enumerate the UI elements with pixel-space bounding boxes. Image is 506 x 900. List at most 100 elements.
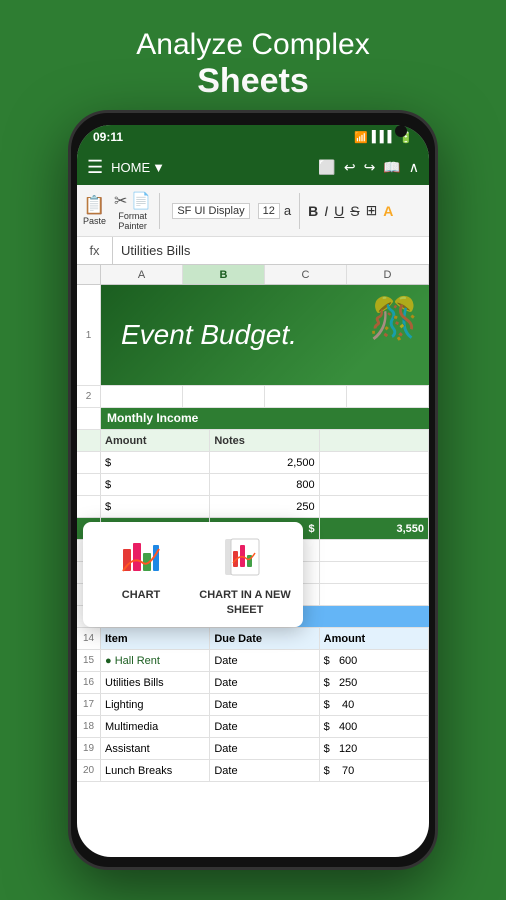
cell-amount-2[interactable]: 800 [210, 474, 319, 495]
row-num-17: 17 [77, 694, 101, 715]
cell-amount-17[interactable]: $ 40 [320, 694, 429, 715]
cell-2a[interactable] [101, 386, 183, 407]
chart-icon [116, 532, 166, 582]
cell-notes-2[interactable] [320, 474, 429, 495]
status-bar: 09:11 📶 ▌▌▌ 🔋 [77, 125, 429, 149]
cell-10c[interactable] [320, 540, 429, 561]
clipboard-group: ✂ 📄 FormatPainter [114, 191, 151, 231]
menu-icon[interactable]: ☰ [87, 157, 103, 178]
paste-group[interactable]: 📋 Paste [83, 195, 106, 226]
cell-amount-3[interactable]: 250 [210, 496, 319, 517]
home-label[interactable]: HOME ▼ [111, 160, 165, 175]
fx-label: fx [77, 237, 113, 264]
format-painter-label[interactable]: FormatPainter [118, 211, 147, 231]
cell-dollar-1[interactable]: $ [101, 452, 210, 473]
camera-notch [395, 125, 407, 137]
cell-item-18[interactable]: Multimedia [101, 716, 210, 737]
undo-icon[interactable]: ↩ [344, 159, 356, 176]
col-header-d[interactable]: D [347, 265, 429, 284]
font-name[interactable]: SF UI Display [172, 203, 249, 219]
cell-item-15[interactable]: ● Hall Rent [101, 650, 210, 671]
cell-notes-3[interactable] [320, 496, 429, 517]
row-num-20: 20 [77, 760, 101, 781]
chevron-up-icon[interactable]: ∧ [409, 159, 419, 176]
redo-icon[interactable]: ↪ [364, 159, 376, 176]
borders-button[interactable]: ⊞ [366, 202, 378, 219]
cell-amount-19[interactable]: $ 120 [320, 738, 429, 759]
cell-item-19[interactable]: Assistant [101, 738, 210, 759]
col-header-c[interactable]: C [265, 265, 347, 284]
table-row: 2 [77, 386, 429, 408]
font-size[interactable]: 12 [258, 203, 280, 219]
phone-screen: 09:11 📶 ▌▌▌ 🔋 ☰ HOME ▼ ⬜ ↩ ↪ 📖 ∧ [77, 125, 429, 857]
chart-new-sheet-label: CHART IN A NEW SHEET [197, 588, 293, 617]
cell-2c[interactable] [265, 386, 347, 407]
cell-date-20[interactable]: Date [210, 760, 319, 781]
income-row-1: $ 2,500 [77, 452, 429, 474]
expenses-date-header: Due Date [210, 628, 319, 649]
headline-section: Analyze Complex Sheets [0, 28, 506, 101]
cell-dollar-3[interactable]: $ [101, 496, 210, 517]
event-banner-decoration: 🎊 [369, 295, 419, 342]
save-icon[interactable]: ⬜ [318, 159, 335, 176]
headline-top: Analyze Complex [0, 28, 506, 62]
italic-button[interactable]: I [324, 203, 328, 219]
row-num-14: 14 [77, 628, 101, 649]
row-num-income-3 [77, 496, 101, 517]
chart-new-sheet-button[interactable]: CHART IN A NEW SHEET [197, 532, 293, 617]
expense-row-17: 17 Lighting Date $ 40 [77, 694, 429, 716]
chart-popup-menu: CHART CHART IN A NEW SHEET [83, 522, 303, 627]
cell-2d[interactable] [347, 386, 429, 407]
copy-icon[interactable]: 📄 [131, 191, 151, 211]
col-header-b[interactable]: B [183, 265, 265, 284]
scissors-icon[interactable]: ✂ [114, 191, 127, 211]
cell-amount-18[interactable]: $ 400 [320, 716, 429, 737]
book-icon[interactable]: 📖 [383, 159, 400, 176]
event-banner-row: 1 Event Budget. 🎊 [77, 285, 429, 386]
cell-income-filler [320, 430, 429, 451]
event-banner: Event Budget. 🎊 [101, 285, 429, 385]
formula-bar: fx Utilities Bills [77, 237, 429, 265]
dropdown-icon: ▼ [152, 160, 165, 175]
cell-amount-15[interactable]: $ 600 [320, 650, 429, 671]
income-row-2: $ 800 [77, 474, 429, 496]
cell-2b[interactable] [183, 386, 265, 407]
strikethrough-button[interactable]: S [350, 203, 359, 219]
cell-amount-16[interactable]: $ 250 [320, 672, 429, 693]
row-num-18: 18 [77, 716, 101, 737]
bold-button[interactable]: B [308, 203, 318, 219]
cell-notes-1[interactable] [320, 452, 429, 473]
cell-amount-20[interactable]: $ 70 [320, 760, 429, 781]
underline-button[interactable]: U [334, 203, 344, 219]
cell-date-17[interactable]: Date [210, 694, 319, 715]
cell-item-20[interactable]: Lunch Breaks [101, 760, 210, 781]
cell-item-16[interactable]: Utilities Bills [101, 672, 210, 693]
cell-dollar-2[interactable]: $ [101, 474, 210, 495]
cell-12c[interactable] [320, 584, 429, 605]
expenses-amount-header: Amount [320, 628, 429, 649]
cell-date-18[interactable]: Date [210, 716, 319, 737]
divider-2 [299, 193, 300, 229]
row-num-income-sub [77, 430, 101, 451]
chart-new-sheet-icon [220, 532, 270, 582]
row-num-2: 2 [77, 386, 101, 407]
format-bar: 📋 Paste ✂ 📄 FormatPainter SF UI Display … [77, 185, 429, 237]
cell-amount-1[interactable]: 2,500 [210, 452, 319, 473]
paste-icon: 📋 [83, 195, 105, 216]
phone-frame: 09:11 📶 ▌▌▌ 🔋 ☰ HOME ▼ ⬜ ↩ ↪ 📖 ∧ [68, 110, 438, 870]
expense-row-20: 20 Lunch Breaks Date $ 70 [77, 760, 429, 782]
expenses-subheader-row: 14 Item Due Date Amount [77, 628, 429, 650]
highlight-button[interactable]: A [383, 203, 393, 219]
cell-date-15[interactable]: Date [210, 650, 319, 671]
monthly-income-header: Monthly Income [101, 408, 429, 429]
formula-input[interactable]: Utilities Bills [113, 243, 429, 258]
cell-amount-header: Amount [101, 430, 210, 451]
col-header-a[interactable]: A [101, 265, 183, 284]
chart-button[interactable]: CHART [93, 532, 189, 617]
cell-item-17[interactable]: Lighting [101, 694, 210, 715]
cell-11c[interactable] [320, 562, 429, 583]
cell-date-19[interactable]: Date [210, 738, 319, 759]
income-subheader-row: Amount Notes [77, 430, 429, 452]
toolbar: ☰ HOME ▼ ⬜ ↩ ↪ 📖 ∧ [77, 149, 429, 185]
cell-date-16[interactable]: Date [210, 672, 319, 693]
